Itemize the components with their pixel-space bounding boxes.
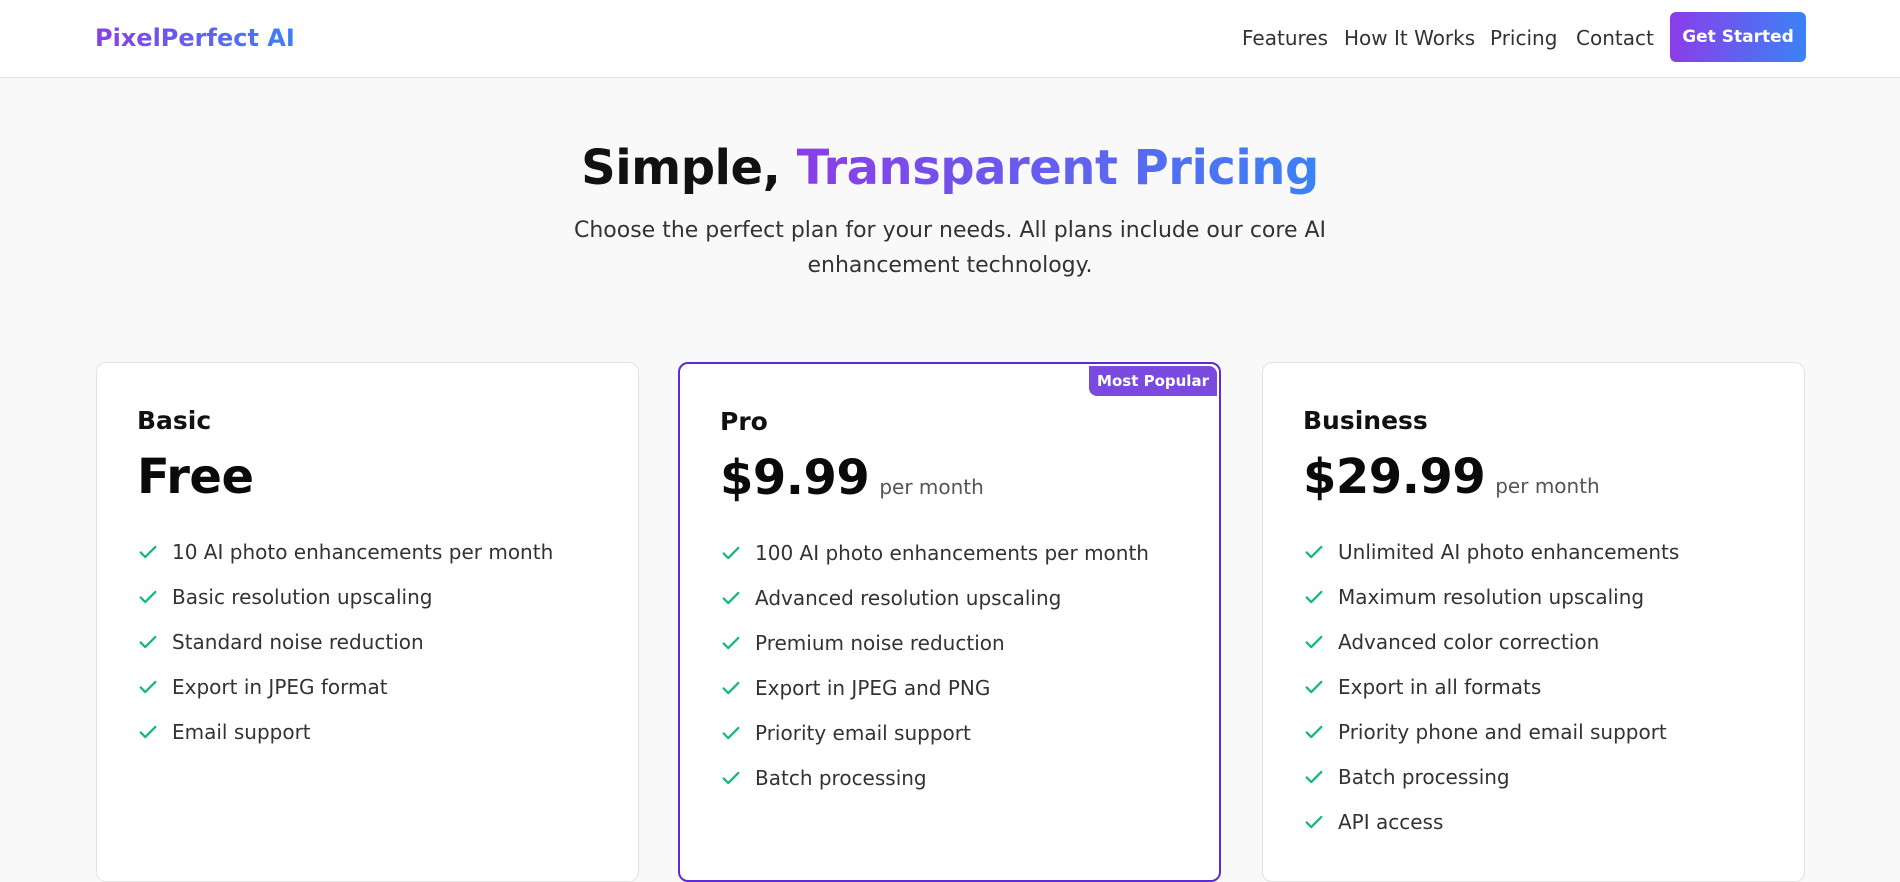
plan-period: per month <box>879 475 984 499</box>
check-icon <box>1305 590 1323 603</box>
feature-text: Export in all formats <box>1338 674 1542 699</box>
plan-price: Free <box>137 449 254 505</box>
feature-list: Unlimited AI photo enhancements Maximum … <box>1303 529 1679 844</box>
feature-text: Priority phone and email support <box>1338 719 1667 744</box>
top-nav: PixelPerfect AI Features How It Works Pr… <box>0 0 1900 78</box>
feature-text: Export in JPEG format <box>172 674 388 699</box>
check-icon <box>722 726 740 739</box>
feature-item: Basic resolution upscaling <box>137 574 553 619</box>
feature-text: Advanced resolution upscaling <box>755 585 1062 610</box>
check-icon <box>139 590 157 603</box>
page-title: Simple, Transparent Pricing <box>0 138 1900 198</box>
plan-card-business: Business $29.99 per month Unlimited AI p… <box>1262 362 1805 882</box>
plan-card-pro: Most Popular Pro $9.99 per month 100 AI … <box>678 362 1221 882</box>
check-icon <box>1305 545 1323 558</box>
feature-item: Email support <box>137 709 553 754</box>
nav-link-pricing[interactable]: Pricing <box>1490 23 1557 53</box>
feature-item: Priority email support <box>720 710 1149 755</box>
feature-text: 100 AI photo enhancements per month <box>755 540 1149 565</box>
check-icon <box>1305 815 1323 828</box>
price-row: Free <box>137 445 254 509</box>
feature-item: Maximum resolution upscaling <box>1303 574 1679 619</box>
plan-period: per month <box>1495 474 1600 498</box>
plan-name: Business <box>1303 406 1428 435</box>
feature-text: Premium noise reduction <box>755 630 1005 655</box>
price-row: $29.99 per month <box>1303 445 1600 509</box>
page-subtitle: Choose the perfect plan for your needs. … <box>573 218 1327 278</box>
plan-card-basic: Basic Free 10 AI photo enhancements per … <box>96 362 639 882</box>
feature-text: API access <box>1338 809 1444 834</box>
feature-text: Basic resolution upscaling <box>172 584 433 609</box>
feature-item: Advanced resolution upscaling <box>720 575 1149 620</box>
page-title-highlight: Transparent Pricing <box>796 140 1320 196</box>
feature-item: Export in JPEG and PNG <box>720 665 1149 710</box>
feature-item: Priority phone and email support <box>1303 709 1679 754</box>
feature-item: 10 AI photo enhancements per month <box>137 529 553 574</box>
nav-link-contact[interactable]: Contact <box>1576 23 1654 53</box>
feature-text: Batch processing <box>1338 764 1510 789</box>
check-icon <box>139 680 157 693</box>
feature-item: Unlimited AI photo enhancements <box>1303 529 1679 574</box>
feature-item: 100 AI photo enhancements per month <box>720 530 1149 575</box>
check-icon <box>722 771 740 784</box>
feature-text: Maximum resolution upscaling <box>1338 584 1645 609</box>
check-icon <box>722 636 740 649</box>
nav-link-features[interactable]: Features <box>1242 23 1328 53</box>
nav-link-how-it-works[interactable]: How It Works <box>1344 23 1475 53</box>
feature-item: Batch processing <box>1303 754 1679 799</box>
feature-list: 100 AI photo enhancements per month Adva… <box>720 530 1149 800</box>
check-icon <box>1305 770 1323 783</box>
feature-item: Premium noise reduction <box>720 620 1149 665</box>
check-icon <box>139 545 157 558</box>
feature-text: Batch processing <box>755 765 927 790</box>
plan-price: $29.99 <box>1303 449 1486 505</box>
feature-text: Unlimited AI photo enhancements <box>1338 539 1680 564</box>
plan-name: Pro <box>720 407 768 436</box>
feature-item: Standard noise reduction <box>137 619 553 664</box>
feature-item: Export in JPEG format <box>137 664 553 709</box>
feature-text: Advanced color correction <box>1338 629 1600 654</box>
check-icon <box>722 591 740 604</box>
feature-text: Standard noise reduction <box>172 629 424 654</box>
check-icon <box>1305 725 1323 738</box>
feature-text: Priority email support <box>755 720 971 745</box>
check-icon <box>722 681 740 694</box>
feature-item: Batch processing <box>720 755 1149 800</box>
feature-list: 10 AI photo enhancements per month Basic… <box>137 529 553 754</box>
feature-item: API access <box>1303 799 1679 844</box>
get-started-button[interactable]: Get Started <box>1670 12 1806 62</box>
plan-name: Basic <box>137 406 212 435</box>
plan-price: $9.99 <box>720 450 870 506</box>
feature-text: 10 AI photo enhancements per month <box>172 539 554 564</box>
logo[interactable]: PixelPerfect AI <box>95 22 295 54</box>
feature-text: Email support <box>172 719 311 744</box>
check-icon <box>139 725 157 738</box>
check-icon <box>139 635 157 648</box>
check-icon <box>1305 680 1323 693</box>
feature-item: Export in all formats <box>1303 664 1679 709</box>
feature-text: Export in JPEG and PNG <box>755 675 991 700</box>
check-icon <box>1305 635 1323 648</box>
price-row: $9.99 per month <box>720 446 984 510</box>
most-popular-badge: Most Popular <box>1089 366 1217 396</box>
page-title-plain: Simple, <box>581 140 797 196</box>
check-icon <box>722 546 740 559</box>
feature-item: Advanced color correction <box>1303 619 1679 664</box>
